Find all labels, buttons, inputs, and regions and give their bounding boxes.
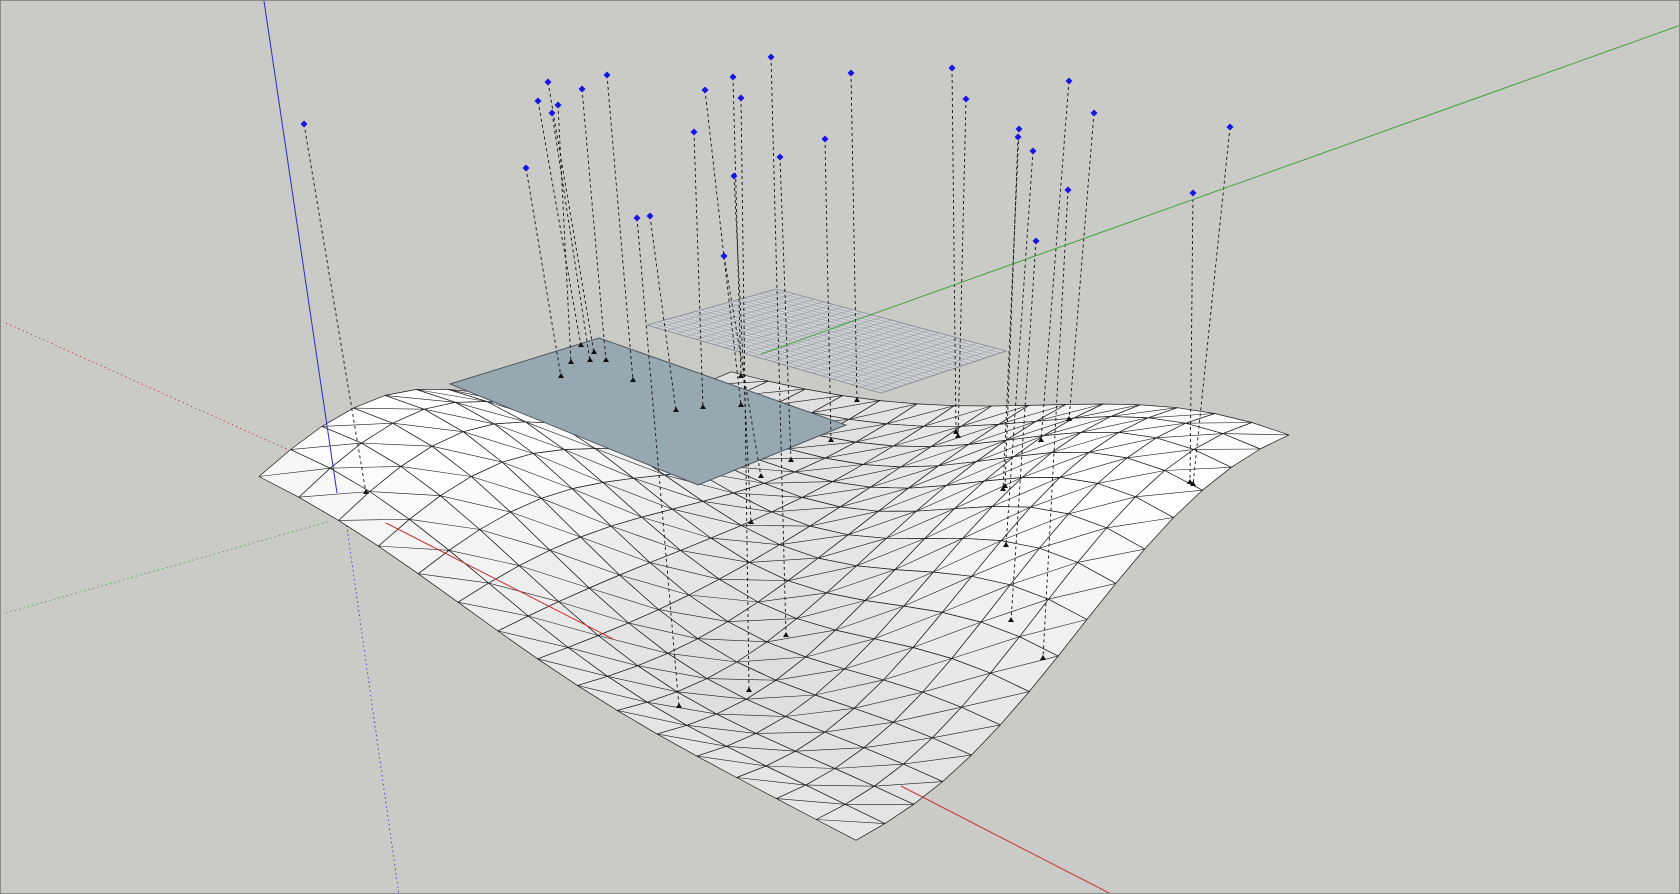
control-point[interactable] bbox=[847, 69, 855, 77]
control-point[interactable] bbox=[1014, 133, 1022, 141]
guide-line bbox=[557, 104, 572, 364]
control-point[interactable] bbox=[1065, 77, 1073, 85]
control-point[interactable] bbox=[948, 64, 956, 72]
guide-line bbox=[704, 89, 742, 407]
control-point[interactable] bbox=[962, 95, 970, 103]
control-point[interactable] bbox=[729, 73, 737, 81]
control-point[interactable] bbox=[730, 172, 738, 180]
guide-line bbox=[693, 131, 704, 409]
control-point[interactable] bbox=[1090, 109, 1098, 117]
blue-axis bbox=[263, 1, 338, 494]
control-point[interactable] bbox=[1189, 189, 1197, 197]
control-point[interactable] bbox=[633, 214, 641, 222]
green-axis bbox=[760, 25, 1679, 355]
scene-canvas[interactable] bbox=[1, 1, 1680, 894]
green-axis-dotted bbox=[5, 520, 332, 614]
blue-axis-dotted bbox=[345, 520, 400, 893]
control-point[interactable] bbox=[1029, 147, 1037, 155]
guide-line bbox=[957, 98, 967, 438]
guide-line bbox=[1068, 112, 1095, 421]
guide-line bbox=[547, 81, 595, 354]
red-axis bbox=[900, 785, 1111, 893]
control-point[interactable] bbox=[767, 53, 775, 61]
control-point[interactable] bbox=[522, 164, 530, 172]
control-point[interactable] bbox=[646, 212, 654, 220]
guide-line bbox=[525, 167, 562, 378]
control-point[interactable] bbox=[578, 85, 586, 93]
guide-line bbox=[551, 112, 591, 362]
control-point[interactable] bbox=[690, 128, 698, 136]
control-point[interactable] bbox=[544, 78, 552, 86]
guide-line bbox=[606, 74, 634, 382]
control-point[interactable] bbox=[554, 101, 562, 109]
control-point[interactable] bbox=[1032, 237, 1040, 245]
control-point[interactable] bbox=[603, 71, 611, 79]
control-point[interactable] bbox=[1064, 186, 1072, 194]
control-point[interactable] bbox=[300, 120, 308, 128]
control-point[interactable] bbox=[720, 252, 728, 260]
guide-line bbox=[581, 88, 607, 362]
control-point[interactable] bbox=[534, 97, 542, 105]
guide-line bbox=[1040, 80, 1070, 442]
control-point[interactable] bbox=[548, 109, 556, 117]
control-point[interactable] bbox=[1226, 123, 1234, 131]
control-point[interactable] bbox=[737, 94, 745, 102]
control-point[interactable] bbox=[776, 153, 784, 161]
control-point[interactable] bbox=[701, 86, 709, 94]
control-point[interactable] bbox=[821, 135, 829, 143]
axes-hidden bbox=[5, 322, 400, 893]
control-points[interactable] bbox=[300, 53, 1234, 260]
modeling-viewport[interactable] bbox=[0, 0, 1680, 894]
guide-line bbox=[951, 67, 957, 434]
control-point[interactable] bbox=[1015, 125, 1023, 133]
red-axis-dotted bbox=[5, 322, 332, 470]
